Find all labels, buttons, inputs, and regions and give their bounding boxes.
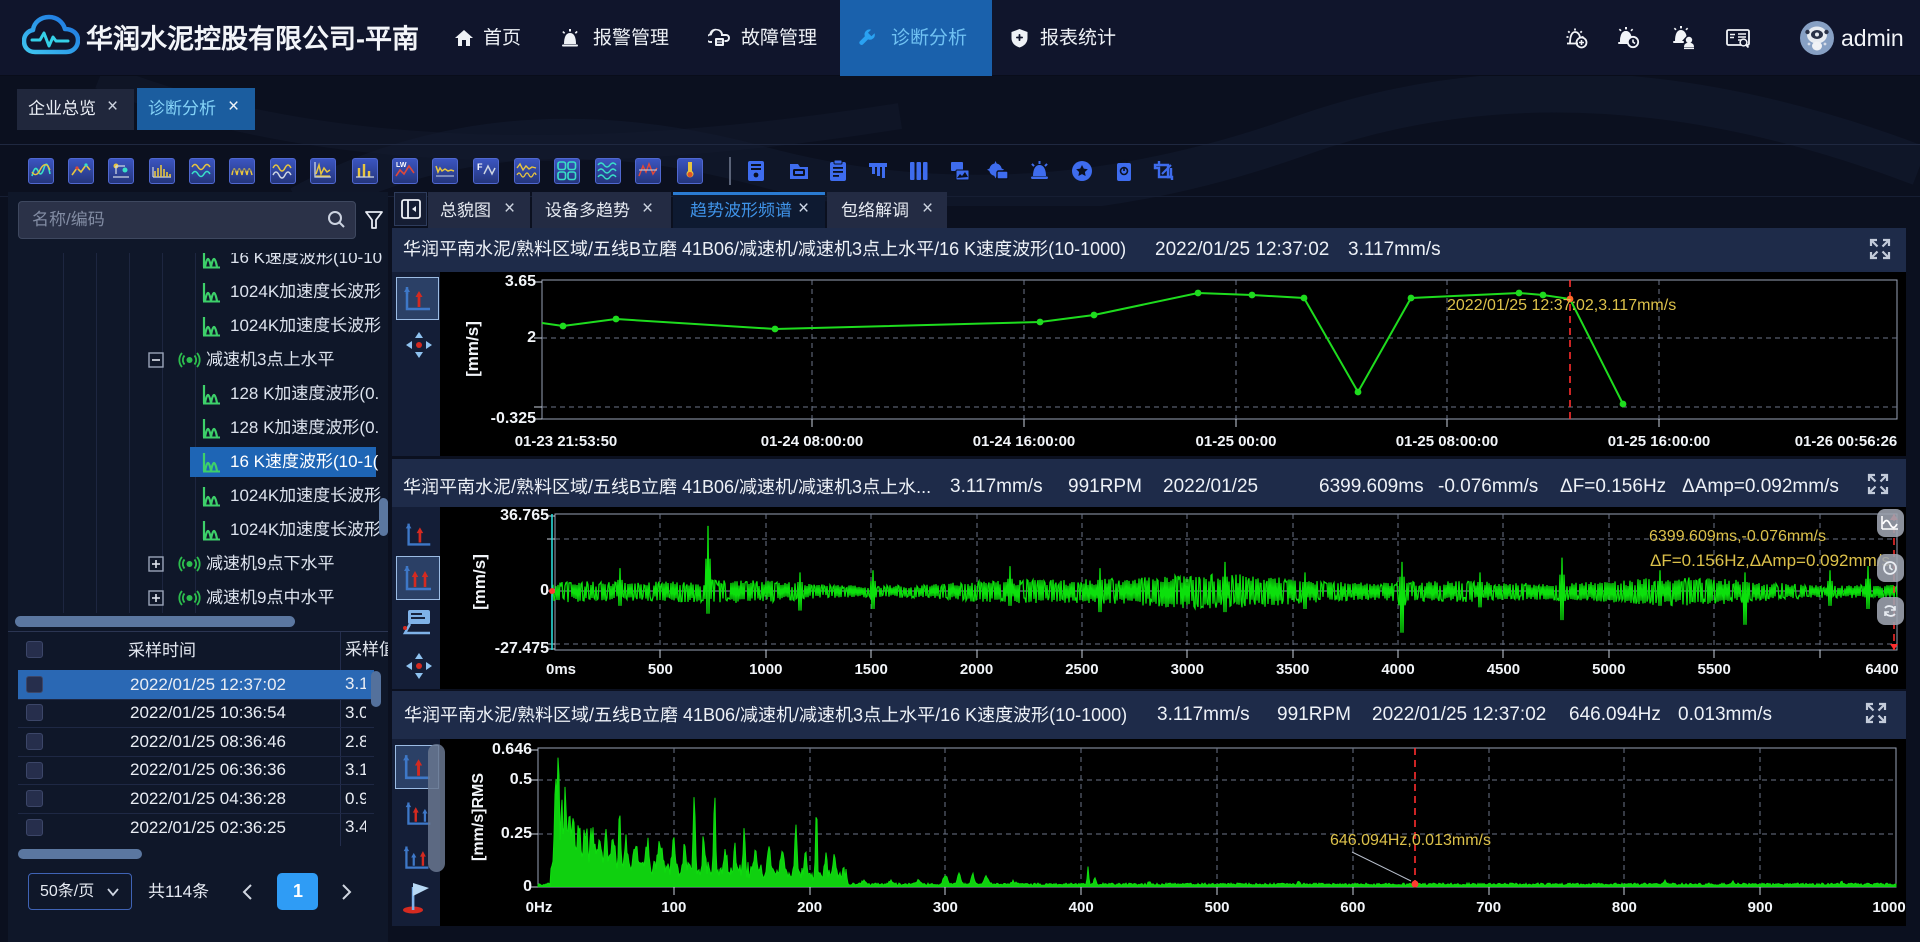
svg-text:LW: LW [396,162,407,169]
svg-text:F: F [477,162,483,172]
